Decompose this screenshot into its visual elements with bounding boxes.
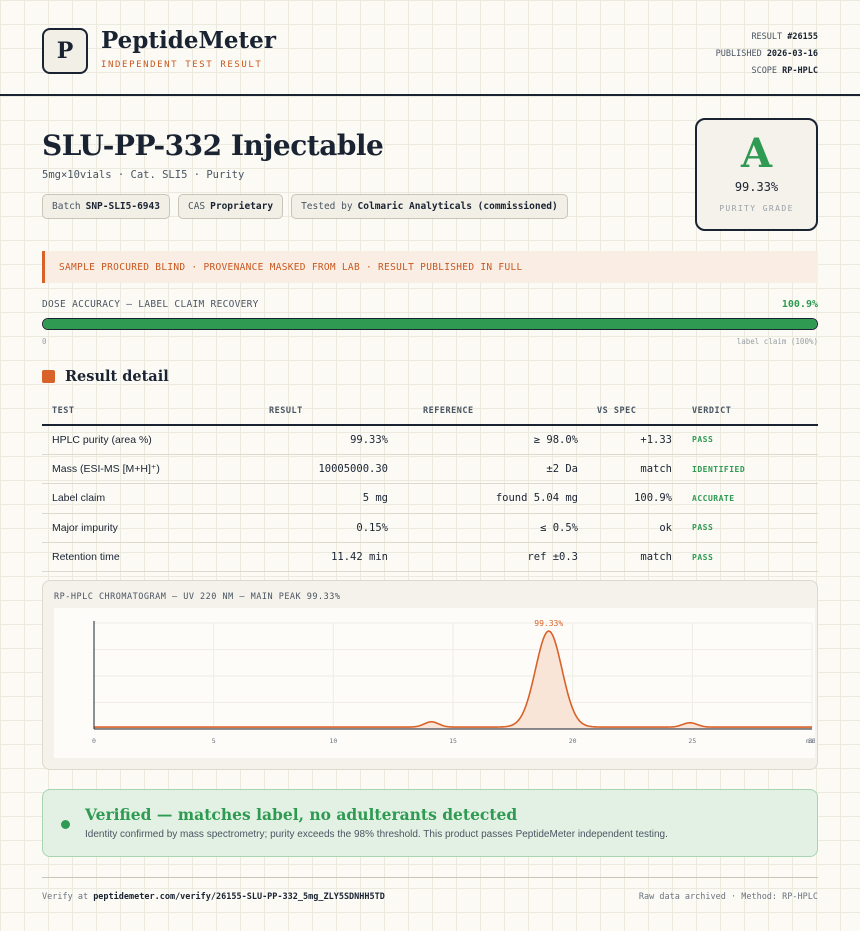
col-header-reference: REFERENCE xyxy=(403,397,578,426)
cell-reference: ≥ 98.0% xyxy=(403,425,578,455)
table-row: Label claim 5 mg found 5.04 mg 100.9% ACCURA… xyxy=(42,483,818,514)
cell-result: 0.15% xyxy=(269,513,403,544)
verify-prefix: Verify at xyxy=(42,892,89,902)
brand-tagline: INDEPENDENT TEST RESULT xyxy=(101,60,263,70)
meta-published-value: 2026-03-16 xyxy=(766,49,818,59)
cell-result: 11.42 min xyxy=(269,542,403,573)
chip-tested-by: Tested by Colmaric Analyticals (commissio… xyxy=(291,194,568,219)
verified-dot-icon xyxy=(61,820,70,829)
section-title: Result detail xyxy=(65,368,169,385)
page-title: SLU-PP-332 Injectable xyxy=(42,129,384,162)
verified-banner: Verified — matches label, no adulterants… xyxy=(42,789,818,857)
x-tick-label: 5 xyxy=(212,737,216,745)
chip-batch-label: Batch xyxy=(52,201,81,212)
footer-method: Raw data archived · Method: RP-HPLC xyxy=(638,892,818,902)
blind-sample-notice: SAMPLE PROCURED BLIND · PROVENANCE MASKE… xyxy=(42,251,818,283)
col-header-test: TEST xyxy=(42,397,269,426)
header: P PeptideMeter INDEPENDENT TEST RESULT R… xyxy=(0,0,860,96)
cell-vs-spec: match xyxy=(578,542,682,573)
chromatogram-chart: 051015202530min99.33% xyxy=(92,619,818,745)
verified-text: Identity confirmed by mass spectrometry;… xyxy=(85,829,668,840)
cell-verdict: ACCURATE xyxy=(682,483,818,514)
footer-verify: Verify at peptidemeter.com/verify/26155-… xyxy=(42,892,385,902)
table-header-row: TEST RESULT REFERENCE VS SPEC VERDICT xyxy=(42,397,818,426)
x-tick-label: 15 xyxy=(449,737,457,745)
x-tick-label: 20 xyxy=(569,737,577,745)
x-tick-label: 0 xyxy=(92,737,96,745)
chromatogram-plot-area: 051015202530min99.33% xyxy=(54,608,818,758)
cell-vs-spec: ok xyxy=(578,513,682,544)
meta-result: RESULT #26155 xyxy=(716,29,818,46)
dose-progress-fill xyxy=(43,319,817,329)
grade-letter: A xyxy=(740,130,773,177)
col-header-verdict: VERDICT xyxy=(682,397,818,426)
product-subtitle: 5mg×10vials · Cat. SLI5 · Purity xyxy=(42,169,245,181)
cell-reference: ±2 Da xyxy=(403,454,578,485)
chip-cas: CAS Proprietary xyxy=(177,194,284,219)
verify-link[interactable]: peptidemeter.com/verify/26155-SLU-PP-332… xyxy=(93,892,385,902)
result-table: TEST RESULT REFERENCE VS SPEC VERDICT HP… xyxy=(42,397,818,573)
cell-test: Label claim xyxy=(42,483,269,514)
chip-cas-label: CAS xyxy=(187,201,206,212)
cell-result: 10005000.30 xyxy=(269,454,403,485)
chip-cas-value: Proprietary xyxy=(210,201,274,212)
meta-result-label: RESULT xyxy=(751,32,783,42)
cell-verdict: PASS xyxy=(682,425,818,455)
brand-logo: P xyxy=(42,28,88,74)
brand-name: PeptideMeter xyxy=(101,27,276,54)
meta-scope-value: RP-HPLC xyxy=(782,66,818,76)
cell-test: Mass (ESI-MS [M+H]⁺) xyxy=(42,454,269,485)
table-row: HPLC purity (area %) 99.33% ≥ 98.0% +1.33 PA… xyxy=(42,425,818,455)
table-row: Major impurity 0.15% ≤ 0.5% ok PASS xyxy=(42,513,818,544)
dose-accuracy-value: 100.9% xyxy=(781,299,818,310)
cell-result: 99.33% xyxy=(269,425,403,455)
cell-verdict: PASS xyxy=(682,513,818,544)
x-tick-label: 25 xyxy=(688,737,696,745)
col-header-result: RESULT xyxy=(269,397,403,426)
cell-vs-spec: 100.9% xyxy=(578,483,682,514)
chip-tested-by-label: Tested by xyxy=(301,201,353,212)
chromatogram-panel: RP-HPLC CHROMATOGRAM — UV 220 NM — MAIN … xyxy=(42,580,818,770)
product-chips: Batch SNP-SLI5-6943 CAS Proprietary Tested… xyxy=(42,194,568,219)
meta-scope: SCOPE RP-HPLC xyxy=(716,63,818,80)
meta-published: PUBLISHED 2026-03-16 xyxy=(716,46,818,63)
cell-reference: ref ±0.3 xyxy=(403,542,578,573)
cell-verdict: IDENTIFIED xyxy=(682,454,818,485)
chip-batch-value: SNP-SLI5-6943 xyxy=(85,201,160,212)
cell-test: HPLC purity (area %) xyxy=(42,425,269,455)
dose-progress-bar xyxy=(42,318,818,330)
dose-accuracy-label: DOSE ACCURACY — LABEL CLAIM RECOVERY xyxy=(42,299,259,310)
cell-vs-spec: match xyxy=(578,454,682,485)
peak-label: 99.33% xyxy=(534,619,563,628)
chip-batch: Batch SNP-SLI5-6943 xyxy=(42,194,170,219)
chromatogram-title: RP-HPLC CHROMATOGRAM — UV 220 NM — MAIN … xyxy=(54,592,341,602)
cell-reference: found 5.04 mg xyxy=(403,483,578,514)
result-meta: RESULT #26155 PUBLISHED 2026-03-16 SCOPE… xyxy=(716,29,818,80)
meta-result-value: #26155 xyxy=(787,32,818,42)
purity-grade-card: A 99.33% PURITY GRADE xyxy=(695,118,818,231)
grade-label: PURITY GRADE xyxy=(719,204,794,213)
cell-vs-spec: +1.33 xyxy=(578,425,682,455)
cell-test: Major impurity xyxy=(42,513,269,544)
grade-value: 99.33% xyxy=(734,180,779,194)
x-axis-unit-label: min xyxy=(806,737,815,745)
cell-result: 5 mg xyxy=(269,483,403,514)
table-row: Retention time 11.42 min ref ±0.3 match PASS xyxy=(42,542,818,573)
col-header-vs-spec: VS SPEC xyxy=(578,397,682,426)
section-marker xyxy=(42,370,55,383)
meta-published-label: PUBLISHED xyxy=(715,49,762,59)
meta-scope-label: SCOPE xyxy=(751,66,778,76)
dose-bar-min: 0 xyxy=(42,337,47,346)
cell-reference: ≤ 0.5% xyxy=(403,513,578,544)
cell-verdict: PASS xyxy=(682,542,818,573)
footer-divider xyxy=(42,877,818,878)
dose-bar-max: label claim (100%) xyxy=(736,337,818,346)
x-tick-label: 10 xyxy=(329,737,337,745)
chip-tested-by-value: Colmaric Analyticals (commissioned) xyxy=(357,201,558,212)
cell-test: Retention time xyxy=(42,542,269,573)
table-row: Mass (ESI-MS [M+H]⁺) 10005000.30 ±2 Da matc… xyxy=(42,454,818,485)
verified-title: Verified — matches label, no adulterants… xyxy=(85,805,518,824)
